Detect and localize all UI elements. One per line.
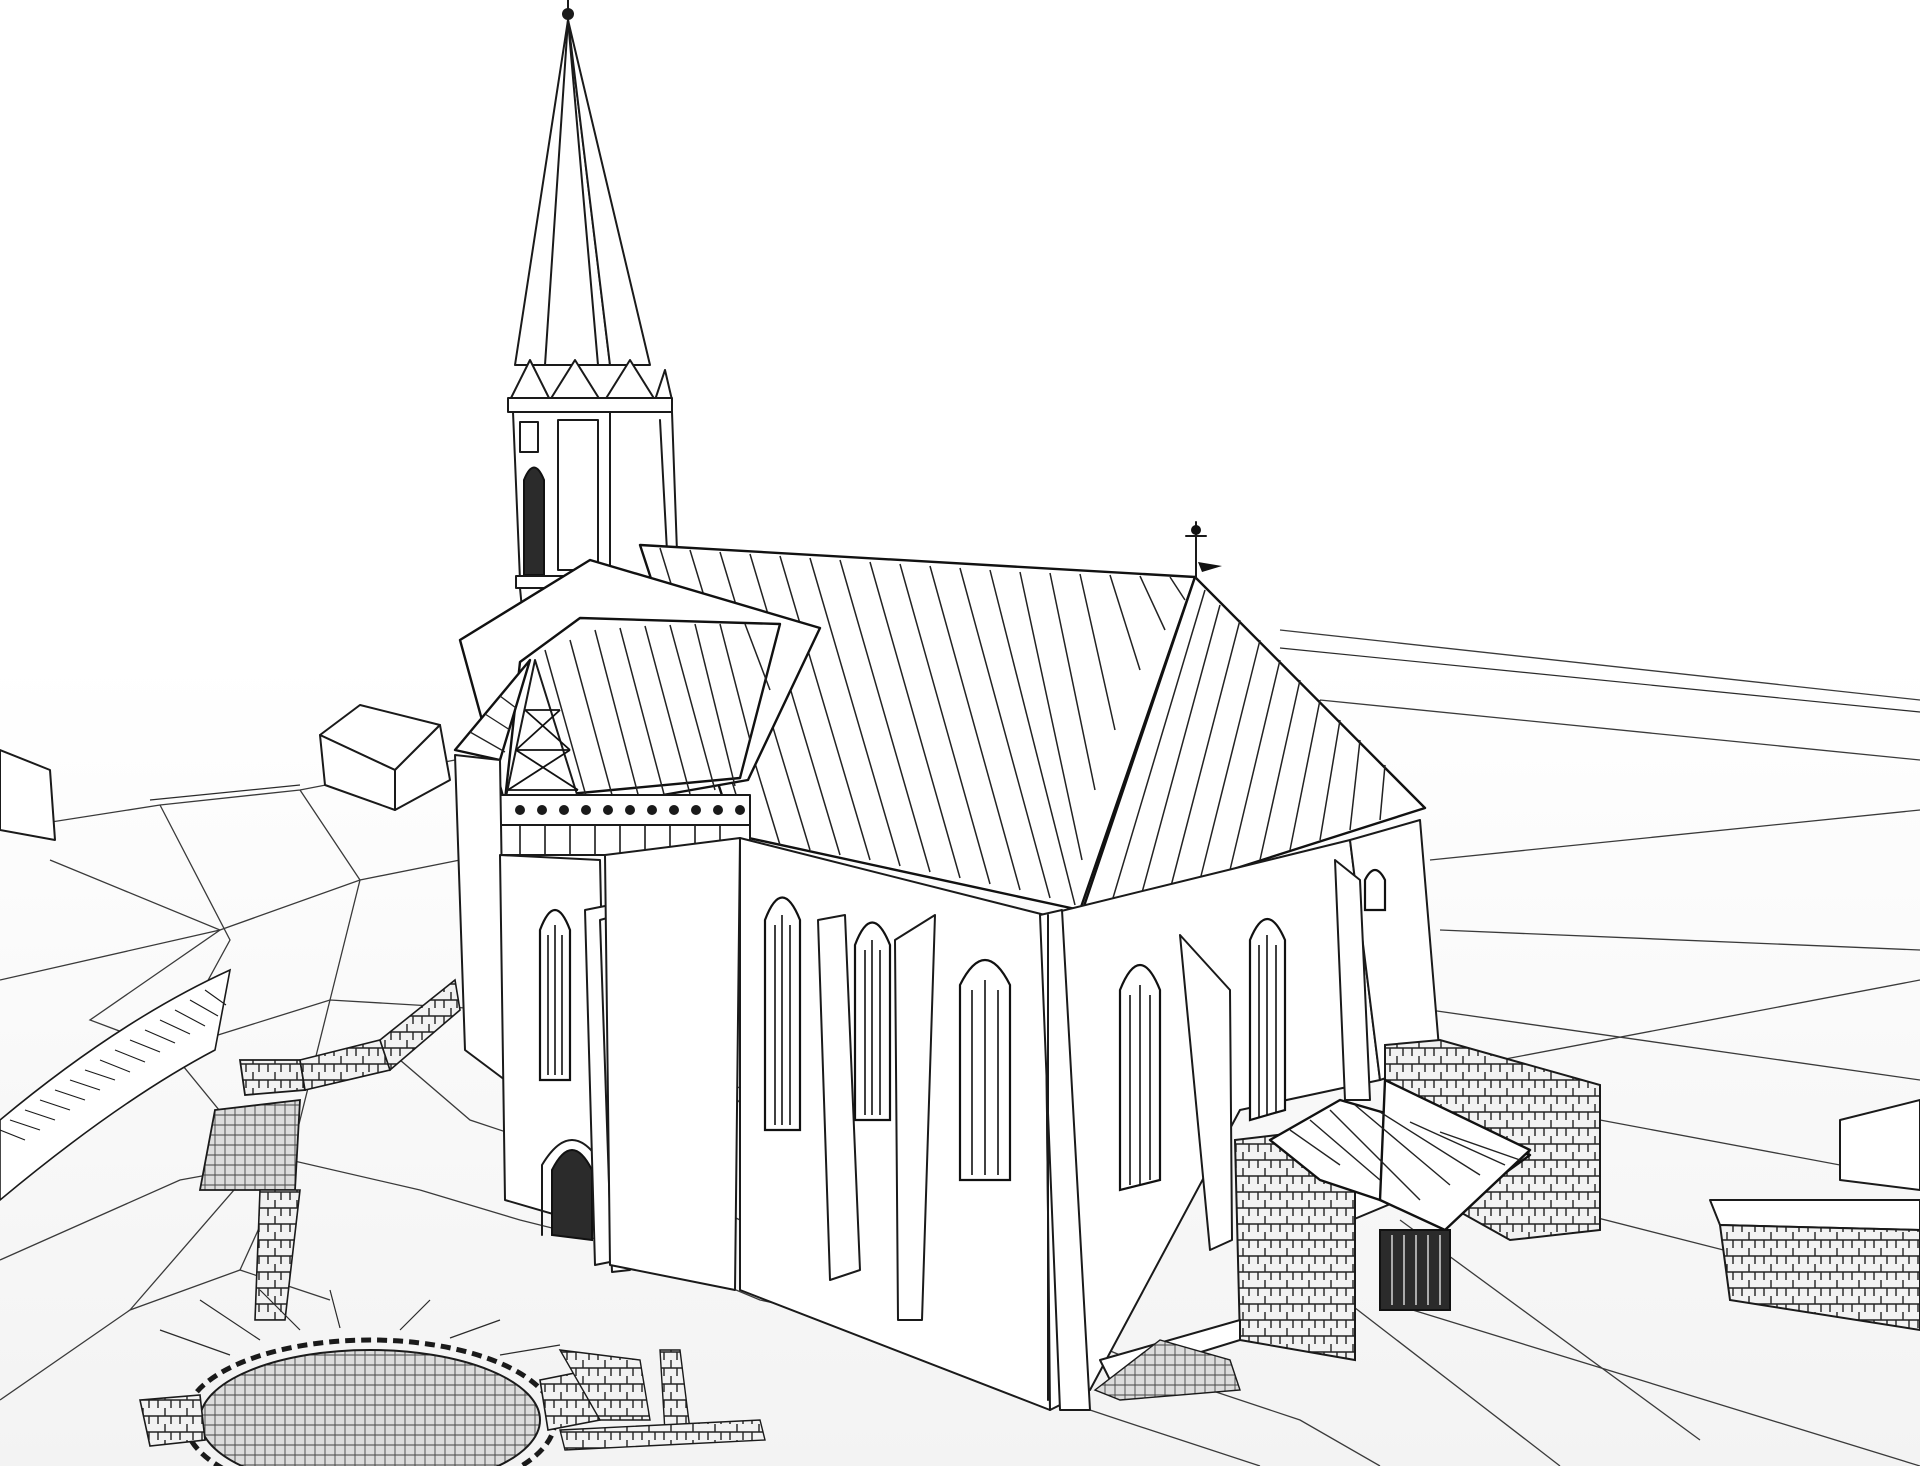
church-sketch [0,0,1920,1466]
